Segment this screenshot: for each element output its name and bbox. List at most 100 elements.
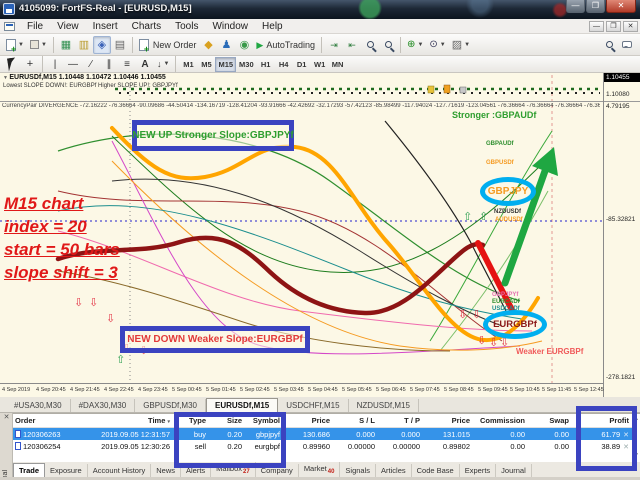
trendline-tool-button[interactable]: ∕ [82, 55, 100, 73]
chart-tab-gbpusdf[interactable]: GBPUSDf,M30 [135, 399, 206, 412]
tab-exposure[interactable]: Exposure [45, 464, 88, 477]
close-trade-icon[interactable]: ✕ [623, 444, 629, 451]
timeframe-h1[interactable]: H1 [257, 57, 275, 72]
chart-area[interactable]: ⇩⇩ ⇩⇩ ⇩ ⇩⇩ ⇩⇩ ⇩ ⇧⇧ ⇧ ▼ EURUSDf,M15 1.104… [0, 73, 640, 397]
chart-window-icon[interactable] [4, 21, 15, 31]
terminal-button[interactable]: ▤ [111, 36, 129, 54]
community-button[interactable]: ◉ [235, 36, 253, 54]
auto-scroll-button[interactable]: ⇥ [325, 36, 343, 54]
search-button[interactable] [600, 36, 618, 54]
new-order-button[interactable]: + New Order [136, 36, 200, 54]
navigator-button[interactable]: ◈ [92, 35, 111, 54]
col-profit[interactable]: Profit [573, 414, 633, 428]
timeframe-d1[interactable]: D1 [293, 57, 311, 72]
vline-tool-button[interactable]: | [46, 55, 64, 73]
maximize-button[interactable]: ❐ [586, 0, 605, 13]
text-tool-button[interactable]: A [136, 55, 154, 73]
timeframe-m5[interactable]: M5 [197, 57, 215, 72]
tab-trade[interactable]: Trade [13, 463, 46, 477]
subwindow-separator[interactable] [0, 101, 640, 102]
child-close-button[interactable]: ✕ [623, 20, 638, 32]
new-chart-button[interactable]: + ▼ [3, 36, 27, 54]
market-watch-button[interactable]: ▦ [57, 36, 75, 54]
timeframe-h4[interactable]: H4 [275, 57, 293, 72]
timeframe-w1[interactable]: W1 [311, 57, 329, 72]
timeframe-m15[interactable]: M15 [215, 56, 237, 72]
menu-file[interactable]: File [20, 20, 50, 33]
col-sl[interactable]: S / L [334, 414, 379, 428]
indicators-button[interactable]: ⊕ ▼ [404, 36, 426, 54]
minimize-button[interactable]: — [566, 0, 585, 13]
tab-articles[interactable]: Articles [376, 464, 412, 477]
timeframe-m30[interactable]: M30 [236, 57, 257, 72]
order-row-sell[interactable]: 120306254 2019.09.05 12:30:26 sell 0.20 … [13, 440, 633, 452]
strategy-tester-button[interactable]: ♟ [217, 36, 235, 54]
param-line-3: start = 50 bars [4, 240, 120, 259]
tab-mailbox[interactable]: Mailbox27 [211, 461, 256, 477]
chart-tab-usa30[interactable]: #USA30,M30 [6, 399, 71, 412]
col-price[interactable]: Price [284, 414, 334, 428]
scroll-down-icon[interactable]: ▼ [634, 452, 639, 458]
zoom-in-button[interactable] [361, 36, 379, 54]
metaeditor-button[interactable]: ◆ [199, 36, 217, 54]
channel-tool-button[interactable]: ∥ [100, 55, 118, 73]
fibonacci-tool-button[interactable]: ≡ [118, 55, 136, 73]
col-symbol[interactable]: Symbol [246, 414, 284, 428]
periods-button[interactable]: ⊙ ▼ [426, 36, 448, 54]
menu-view[interactable]: View [50, 20, 86, 33]
col-time[interactable]: Time ▾ [71, 414, 174, 428]
col-commission[interactable]: Commission [474, 414, 529, 428]
menu-charts[interactable]: Charts [125, 20, 168, 33]
chart-tab-dax30[interactable]: #DAX30,M30 [71, 399, 136, 412]
hline-tool-button[interactable]: — [64, 55, 82, 73]
chart-tab-nzdusdf[interactable]: NZDUSDf,M15 [349, 399, 419, 412]
col-order[interactable]: Order [13, 414, 71, 428]
col-type[interactable]: Type [174, 414, 210, 428]
zoom-in-icon [366, 41, 374, 48]
menu-tools[interactable]: Tools [168, 20, 205, 33]
menu-window[interactable]: Window [205, 20, 255, 33]
timeframe-mn[interactable]: MN [329, 57, 347, 72]
scroll-up-icon[interactable]: ▲ [634, 416, 639, 422]
cursor-tool-button[interactable] [3, 55, 21, 73]
templates-button[interactable]: ▨ ▼ [449, 36, 473, 54]
order-row-buy[interactable]: 120306263 2019.09.05 12:31:57 buy 0.20 g… [13, 427, 633, 440]
profiles-button[interactable]: ▼ [27, 36, 50, 54]
child-minimize-button[interactable]: — [589, 20, 604, 32]
data-window-button[interactable]: ▥ [75, 36, 93, 54]
col-price2[interactable]: Price [424, 414, 474, 428]
tab-code-base[interactable]: Code Base [412, 464, 460, 477]
tab-market[interactable]: Market40 [299, 461, 341, 477]
arrows-tool-button[interactable]: ↓ ▼ [154, 55, 172, 73]
pair-label-gbpusdf: GBPUSDf [486, 160, 514, 166]
close-trade-icon[interactable]: ✕ [623, 432, 629, 439]
col-size[interactable]: Size [210, 414, 246, 428]
tab-news[interactable]: News [151, 464, 181, 477]
chat-button[interactable] [618, 36, 636, 54]
tab-experts[interactable]: Experts [460, 464, 497, 477]
tab-signals[interactable]: Signals [340, 464, 377, 477]
price-axis[interactable]: 1.10455 1.10080 4.79195 -85.32821 -278.1… [603, 73, 640, 397]
close-button[interactable]: ✕ [606, 0, 636, 13]
tab-alerts[interactable]: Alerts [181, 464, 212, 477]
time-axis[interactable]: 4 Sep 2019 4 Sep 20:45 4 Sep 21:45 4 Sep… [0, 383, 604, 397]
tab-journal[interactable]: Journal [496, 464, 532, 477]
annotation-down-box: NEW DOWN Weaker Slope:EURGBPf [120, 326, 310, 353]
crosshair-tool-button[interactable]: + [21, 55, 39, 73]
tab-account-history[interactable]: Account History [88, 464, 152, 477]
tab-company[interactable]: Company [256, 464, 299, 477]
time-tick: 4 Sep 22:45 [104, 387, 134, 393]
autotrading-button[interactable]: ▶ AutoTrading [253, 36, 318, 54]
col-swap[interactable]: Swap [529, 414, 573, 428]
child-restore-button[interactable]: ❐ [606, 20, 621, 32]
menu-insert[interactable]: Insert [86, 20, 125, 33]
menu-help[interactable]: Help [255, 20, 290, 33]
chart-shift-button[interactable]: ⇤ [343, 36, 361, 54]
col-tp[interactable]: T / P [379, 414, 424, 428]
timeframe-m1[interactable]: M1 [179, 57, 197, 72]
terminal-close-icon[interactable]: ✕ [1, 414, 12, 423]
chart-tab-usdchff[interactable]: USDCHFf,M15 [278, 399, 349, 412]
chart-tab-eurusdf[interactable]: EURUSDf,M15 [205, 398, 279, 412]
zoom-out-button[interactable] [379, 36, 397, 54]
fibonacci-icon: ≡ [124, 58, 130, 70]
